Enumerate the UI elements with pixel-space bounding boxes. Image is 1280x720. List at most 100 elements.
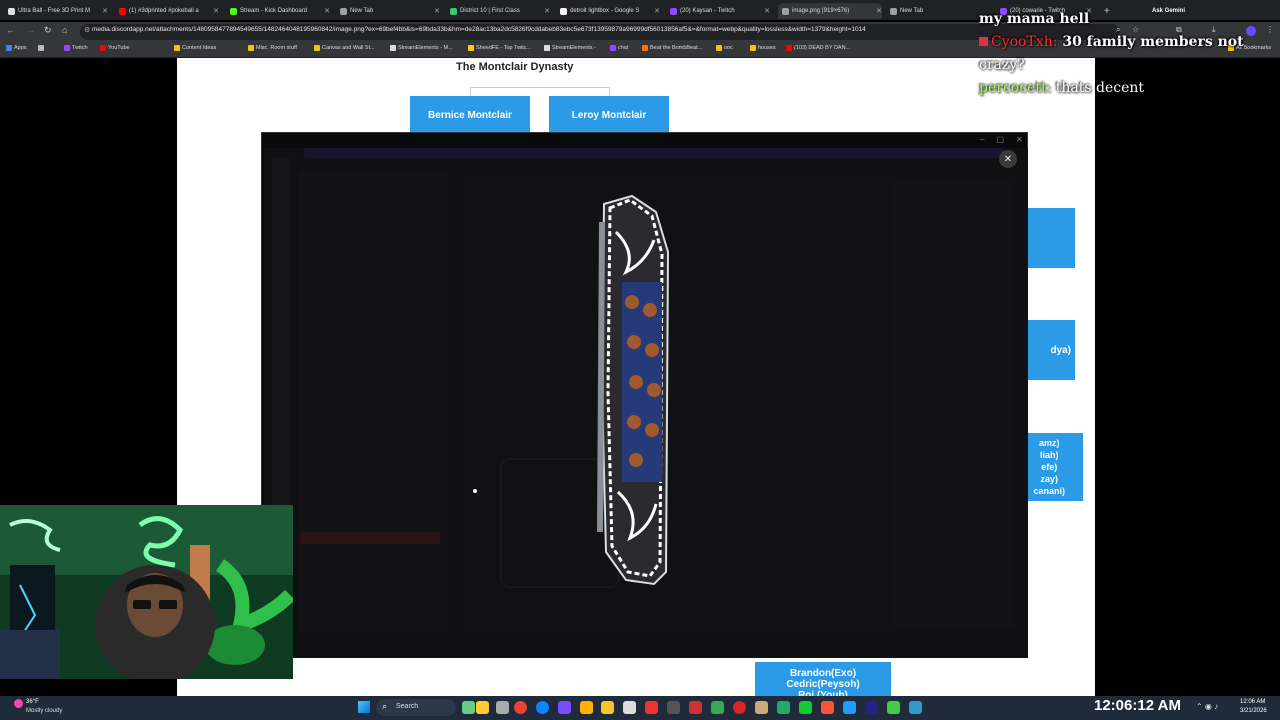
close-tab-icon[interactable]: ✕: [213, 7, 219, 15]
apps-icon: [6, 45, 12, 51]
browser-tab[interactable]: (20) Kaysan - Twitch ✕: [670, 3, 770, 19]
forward-icon[interactable]: →: [26, 25, 35, 35]
browser-tab[interactable]: Ultra Ball - Free 3D Print M ✕: [8, 3, 108, 19]
start-icon[interactable]: [358, 701, 370, 713]
tab-favicon-icon: [119, 7, 126, 15]
app-icon[interactable]: [623, 701, 636, 714]
back-icon[interactable]: ←: [6, 25, 15, 35]
tab-favicon-icon: [340, 7, 347, 15]
avatar[interactable]: [1246, 26, 1256, 36]
bookmark-favicon-icon: [390, 45, 396, 51]
file-explorer-icon[interactable]: [496, 701, 509, 714]
menu-icon[interactable]: ⋮: [1266, 25, 1274, 34]
app-icon[interactable]: [821, 701, 834, 714]
close-tab-icon[interactable]: ✕: [764, 7, 770, 15]
bookmark-item[interactable]: StreamElements - M...: [390, 45, 453, 51]
close-tab-icon[interactable]: ✕: [102, 7, 108, 15]
webcam-scene: [0, 505, 293, 679]
folder-icon[interactable]: [601, 701, 614, 714]
ghost-highlight: [300, 532, 440, 544]
bookmark-item[interactable]: SheedFE - Top Twitc...: [468, 45, 531, 51]
family-box[interactable]: Bernice Montclair: [410, 96, 530, 134]
app-icon[interactable]: [755, 701, 768, 714]
weather-desc: Mostly cloudy: [26, 708, 63, 714]
ask-gemini-button[interactable]: Ask Gemini: [1152, 3, 1202, 19]
bookmark-star-icon[interactable]: ☆: [1132, 25, 1139, 34]
app-icon[interactable]: [558, 701, 571, 714]
close-tab-icon[interactable]: ✕: [324, 7, 330, 15]
app-icon[interactable]: [733, 701, 746, 714]
bookmark-item[interactable]: houses: [750, 45, 776, 51]
lightbox-close-button[interactable]: ✕: [999, 150, 1017, 168]
bookmark-favicon-icon: [786, 45, 792, 51]
taskview-icon[interactable]: [462, 701, 475, 714]
app-icon[interactable]: [667, 701, 680, 714]
family-box[interactable]: amz) liah) efe) zay) canani): [1028, 433, 1083, 501]
close-tab-icon[interactable]: ✕: [434, 7, 440, 15]
browser-tab[interactable]: New Tab ✕: [340, 3, 440, 19]
tab-favicon-icon: [670, 7, 677, 15]
taskbar: 36°F Mostly cloudy ⌕ Search ⌃ ◉ ♪ 12:06 …: [0, 696, 1280, 720]
app-icon[interactable]: [645, 701, 658, 714]
chrome-icon[interactable]: [514, 701, 527, 714]
browser-tab[interactable]: District 10 | First Class ✕: [450, 3, 550, 19]
tab-favicon-icon: [230, 7, 237, 15]
widgets-icon[interactable]: [476, 701, 489, 714]
app-icon[interactable]: [799, 701, 812, 714]
browser-tab-active[interactable]: image.png (919×676) ✕: [778, 3, 882, 19]
bookmark-item[interactable]: Content Ideas: [174, 45, 216, 51]
app-icon[interactable]: [843, 701, 856, 714]
bookmark-item[interactable]: Twitch: [64, 45, 88, 51]
app-icon[interactable]: [580, 701, 593, 714]
family-box[interactable]: Leroy Montclair: [549, 96, 669, 134]
app-icon[interactable]: [711, 701, 724, 714]
family-box[interactable]: Brandon(Exo) Cedric(Peysoh) Roi (Youh): [755, 662, 891, 696]
folder-icon: [174, 45, 180, 51]
close-tab-icon[interactable]: ✕: [654, 7, 660, 15]
close-tab-icon[interactable]: ✕: [876, 7, 882, 15]
overlay-clock: 12:06:12 AM: [1094, 697, 1181, 714]
app-icon[interactable]: [689, 701, 702, 714]
browser-tab[interactable]: (1) #3dprinted #pokeball a ✕: [119, 3, 219, 19]
weather-icon: [14, 699, 23, 708]
browser-tab[interactable]: New Tab: [890, 3, 980, 19]
grid-icon: [38, 45, 44, 51]
browser-tab[interactable]: detroit lightbox - Google S ✕: [560, 3, 660, 19]
family-box[interactable]: [1028, 208, 1075, 268]
chat-overflow: [979, 0, 1139, 2]
badge-icon: [979, 37, 988, 46]
close-tab-icon[interactable]: ✕: [544, 7, 550, 15]
ghost-member-list: [894, 178, 1014, 628]
site-info-icon[interactable]: ⚙: [84, 26, 90, 34]
browser-tab[interactable]: Stream - Kick Dashboard ✕: [230, 3, 330, 19]
bookmark-item[interactable]: Misc. Room stuff: [248, 45, 297, 51]
bookmark-item[interactable]: Apps: [6, 45, 27, 51]
window-controls[interactable]: –▢✕: [980, 135, 1035, 144]
app-icon[interactable]: [777, 701, 790, 714]
bookmark-favicon-icon: [468, 45, 474, 51]
bookmark-item[interactable]: [38, 45, 44, 51]
bookmark-item[interactable]: YouTube: [100, 45, 130, 51]
search-box[interactable]: ⌕ Search: [376, 699, 456, 716]
weather-temp: 36°F: [26, 699, 39, 705]
new-tab-button[interactable]: +: [1104, 3, 1116, 19]
reload-icon[interactable]: ↻: [44, 25, 52, 36]
edge-icon[interactable]: [536, 701, 549, 714]
home-icon[interactable]: ⌂: [62, 25, 67, 35]
family-box[interactable]: dya): [1028, 320, 1075, 380]
bookmark-favicon-icon: [544, 45, 550, 51]
app-icon[interactable]: [865, 701, 878, 714]
chat-message: crazy?: [979, 57, 1025, 73]
app-icon[interactable]: [909, 701, 922, 714]
page-title: The Montclair Dynasty: [456, 61, 574, 73]
bookmark-item[interactable]: Beat the BombBeat...: [642, 45, 702, 51]
app-icon[interactable]: [887, 701, 900, 714]
tray-time: 12:06 AM: [1240, 699, 1266, 705]
bookmark-item[interactable]: chat: [610, 45, 628, 51]
bookmark-item[interactable]: StreamElements -: [544, 45, 596, 51]
url-text: media.discordapp.net/attachments/1480958…: [92, 26, 866, 33]
bookmark-item[interactable]: (103) DEAD BY DAN...: [786, 45, 850, 51]
bookmark-item[interactable]: Canvas and Wall St...: [314, 45, 375, 51]
tray-date: 3/21/2026: [1240, 708, 1267, 714]
bookmark-item[interactable]: ooc: [716, 45, 733, 51]
